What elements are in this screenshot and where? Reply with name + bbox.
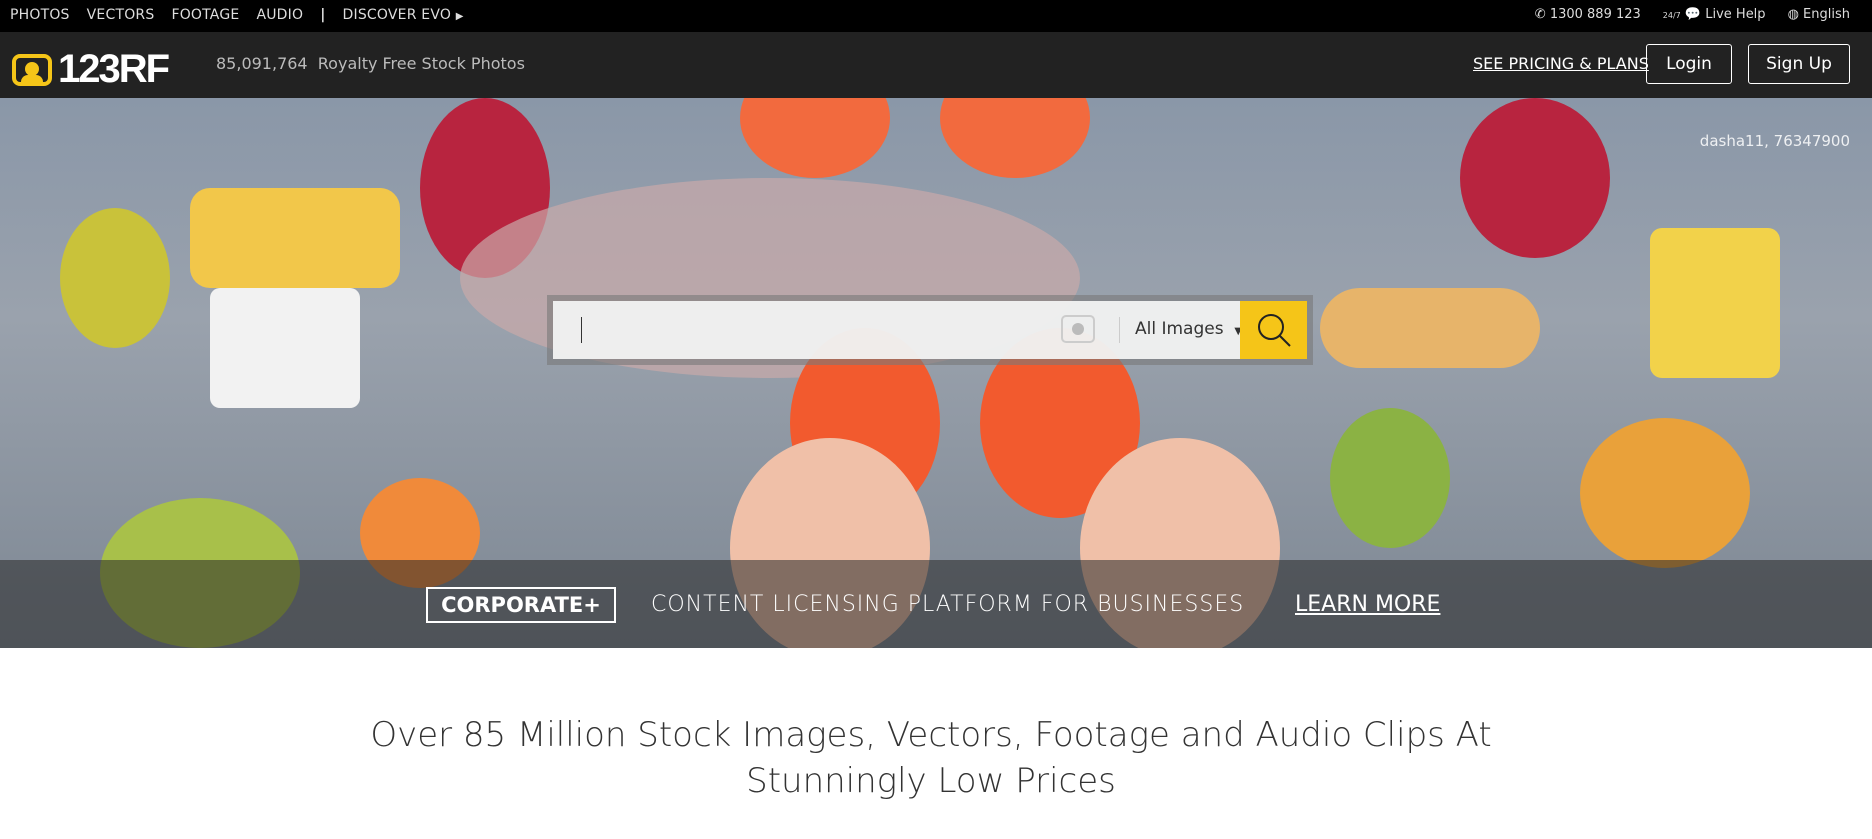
hero-image-decoration — [940, 98, 1090, 178]
logo-text: 123RF — [58, 47, 170, 91]
corporate-tagline: CONTENT LICENSING PLATFORM FOR BUSINESSE… — [651, 592, 1245, 617]
hero-image-decoration — [190, 188, 400, 288]
help-badge: 24/7 — [1662, 11, 1681, 20]
pricing-link[interactable]: SEE PRICING & PLANS — [1473, 54, 1649, 73]
search-button[interactable] — [1240, 301, 1307, 359]
hero-image-decoration — [210, 288, 360, 408]
nav-footage[interactable]: FOOTAGE — [171, 7, 239, 23]
image-count: 85,091,764 Royalty Free Stock Photos — [216, 54, 525, 73]
search-icon — [1257, 314, 1291, 347]
search-input[interactable] — [581, 317, 582, 343]
hero-image-decoration — [1580, 418, 1750, 568]
top-nav: PHOTOS VECTORS FOOTAGE AUDIO | DISCOVER … — [10, 7, 464, 23]
count-label: Royalty Free Stock Photos — [317, 54, 525, 73]
globe-icon: ◍ — [1787, 7, 1799, 22]
hero-image-decoration — [1330, 408, 1450, 548]
live-help-label: Live Help — [1705, 7, 1766, 22]
image-credit: dasha11, 76347900 — [1699, 132, 1850, 150]
phone-icon: ✆ — [1534, 7, 1546, 22]
phone-link[interactable]: ✆ 1300 889 123 — [1535, 7, 1641, 22]
nav-audio[interactable]: AUDIO — [256, 7, 303, 23]
language-selector[interactable]: ◍ English — [1788, 7, 1850, 22]
count-value: 85,091,764 — [216, 54, 308, 73]
hero-banner: dasha11, 76347900 All Images ▼ CORPORATE… — [0, 98, 1872, 648]
page-headline: Over 85 Million Stock Images, Vectors, F… — [0, 712, 1862, 804]
caret-right-icon: ▶ — [455, 11, 464, 22]
search-bar: All Images ▼ — [547, 295, 1313, 365]
language-label: English — [1803, 7, 1850, 22]
headline-text: Over 85 Million Stock Images, Vectors, F… — [370, 715, 1492, 801]
dropdown-value: All Images — [1135, 319, 1224, 339]
logo[interactable]: 123RF — [12, 47, 170, 92]
divider — [1119, 317, 1120, 343]
hero-image-decoration — [60, 208, 170, 348]
nav-vectors[interactable]: VECTORS — [87, 7, 155, 23]
nav-discover-evo[interactable]: DISCOVER EVO ▶ — [343, 7, 464, 23]
chat-bubble-icon: 💬 — [1684, 7, 1702, 22]
nav-photos[interactable]: PHOTOS — [10, 7, 70, 23]
hero-image-decoration — [1460, 98, 1610, 258]
camera-search-icon[interactable] — [1061, 315, 1095, 343]
corporate-plus-logo: CORPORATE+ — [426, 587, 616, 623]
image-type-dropdown[interactable]: All Images ▼ — [1135, 319, 1242, 339]
phone-number: 1300 889 123 — [1549, 7, 1641, 22]
header: 123RF 85,091,764 Royalty Free Stock Phot… — [0, 32, 1872, 98]
signup-button[interactable]: Sign Up — [1748, 44, 1850, 84]
hero-image-decoration — [740, 98, 890, 178]
corporate-banner: CORPORATE+ CONTENT LICENSING PLATFORM FO… — [0, 560, 1872, 648]
logo-camera-icon — [12, 53, 52, 86]
discover-label: DISCOVER EVO — [342, 7, 452, 23]
learn-more-link[interactable]: LEARN MORE — [1295, 592, 1440, 617]
live-help-link[interactable]: 24/7 💬 Live Help — [1663, 7, 1766, 22]
top-bar: PHOTOS VECTORS FOOTAGE AUDIO | DISCOVER … — [0, 0, 1872, 32]
login-button[interactable]: Login — [1646, 44, 1732, 84]
hero-image-decoration — [1650, 228, 1780, 378]
hero-image-decoration — [1320, 288, 1540, 368]
nav-divider: | — [320, 7, 326, 23]
